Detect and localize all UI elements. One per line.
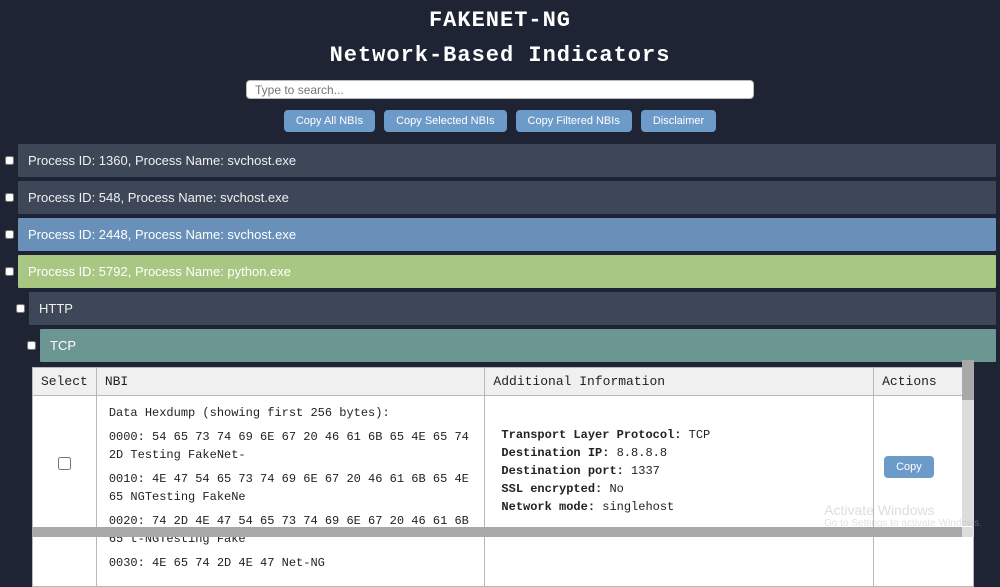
app-title: FAKENET-NG — [0, 8, 1000, 33]
vertical-scrollbar[interactable] — [962, 360, 974, 526]
col-actions-header: Actions — [874, 368, 974, 396]
col-select-header: Select — [33, 368, 97, 396]
dest-ip-label: Destination IP: — [501, 446, 609, 460]
process-row[interactable]: Process ID: 1360, Process Name: svchost.… — [18, 144, 996, 177]
protocol-row-expanded[interactable]: TCP — [40, 329, 996, 362]
dest-port-value: 1337 — [631, 464, 660, 478]
process-row-checkbox[interactable] — [5, 267, 14, 276]
protocol-value: TCP — [689, 428, 711, 442]
mode-label: Network mode: — [501, 500, 595, 514]
nbi-cell: Data Hexdump (showing first 256 bytes): … — [96, 396, 485, 587]
col-additional-header: Additional Information — [485, 368, 874, 396]
dest-port-label: Destination port: — [501, 464, 623, 478]
copy-filtered-nbis-button[interactable]: Copy Filtered NBIs — [516, 110, 632, 132]
mode-value: singlehost — [602, 500, 674, 514]
hexdump-title: Data Hexdump (showing first 256 bytes): — [109, 404, 473, 422]
table-header-row: Select NBI Additional Information Action… — [33, 368, 974, 396]
nbi-table: Select NBI Additional Information Action… — [32, 367, 974, 587]
copy-selected-nbis-button[interactable]: Copy Selected NBIs — [384, 110, 506, 132]
col-nbi-header: NBI — [96, 368, 485, 396]
dest-ip-value: 8.8.8.8 — [617, 446, 667, 460]
row-select-checkbox[interactable] — [58, 457, 71, 470]
process-row[interactable]: Process ID: 2448, Process Name: svchost.… — [18, 218, 996, 251]
ssl-value: No — [609, 482, 623, 496]
horizontal-scrollbar[interactable] — [32, 527, 974, 537]
table-row: Data Hexdump (showing first 256 bytes): … — [33, 396, 974, 587]
disclaimer-button[interactable]: Disclaimer — [641, 110, 716, 132]
hexdump-line: 0010: 4E 47 54 65 73 74 69 6E 67 20 46 6… — [109, 470, 473, 506]
protocol-row-checkbox[interactable] — [16, 304, 25, 313]
hexdump-line: 0000: 54 65 73 74 69 6E 67 20 46 61 6B 6… — [109, 428, 473, 464]
process-row-checkbox[interactable] — [5, 230, 14, 239]
process-row-checkbox[interactable] — [5, 193, 14, 202]
protocol-row-checkbox[interactable] — [27, 341, 36, 350]
scrollbar-thumb[interactable] — [962, 360, 974, 400]
process-row-checkbox[interactable] — [5, 156, 14, 165]
protocol-row[interactable]: HTTP — [29, 292, 996, 325]
copy-all-nbis-button[interactable]: Copy All NBIs — [284, 110, 375, 132]
protocol-label: Transport Layer Protocol: — [501, 428, 681, 442]
search-input[interactable] — [246, 80, 754, 99]
process-row-expanded[interactable]: Process ID: 5792, Process Name: python.e… — [18, 255, 996, 288]
process-row[interactable]: Process ID: 548, Process Name: svchost.e… — [18, 181, 996, 214]
copy-row-button[interactable]: Copy — [884, 456, 934, 478]
app-subtitle: Network-Based Indicators — [0, 43, 1000, 68]
scrollbar-thumb[interactable] — [32, 527, 962, 537]
ssl-label: SSL encrypted: — [501, 482, 602, 496]
additional-info-cell: Transport Layer Protocol: TCP Destinatio… — [485, 396, 874, 587]
hexdump-line: 0030: 4E 65 74 2D 4E 47 Net-NG — [109, 554, 473, 572]
